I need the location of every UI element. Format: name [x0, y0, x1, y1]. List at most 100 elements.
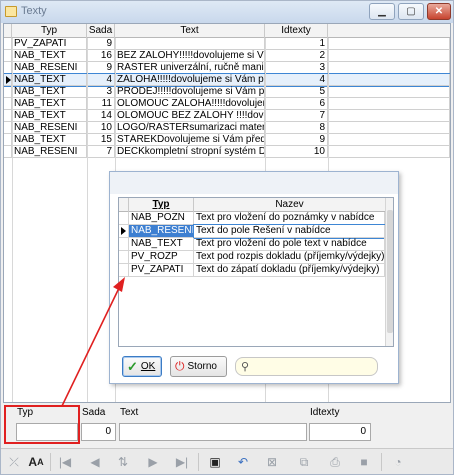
- lookup-row[interactable]: NAB_TEXT Text pro vložení do pole text v …: [119, 238, 385, 251]
- prev-icon[interactable]: ◀: [84, 452, 106, 472]
- undo-icon[interactable]: ↶: [232, 452, 254, 472]
- row-indicator[interactable]: [4, 38, 12, 50]
- lookup-row[interactable]: PV_ROZP Text pod rozpis dokladu (příjemky…: [119, 251, 385, 264]
- cell-idtexty[interactable]: 10: [265, 146, 328, 158]
- cell-typ[interactable]: PV_ZAPATI: [12, 38, 87, 50]
- lookup-row[interactable]: PV_ZAPATI Text do zápatí dokladu (příjemk…: [119, 264, 385, 277]
- lookup-row-indicator[interactable]: [119, 238, 129, 251]
- last-icon[interactable]: ▶|: [171, 452, 193, 472]
- x-icon[interactable]: ⤫: [3, 452, 25, 472]
- idtexty-field[interactable]: 0: [309, 423, 371, 441]
- cell-sada[interactable]: 9: [87, 62, 115, 74]
- cell-idtexty[interactable]: 2: [265, 50, 328, 62]
- cell-sada[interactable]: 4: [87, 74, 115, 86]
- cell-sada[interactable]: 14: [87, 110, 115, 122]
- cell-text[interactable]: STÁREKDovolujeme si Vám předlož: [115, 134, 265, 146]
- cell-text[interactable]: OLOMOUC ZÁLOHA!!!!!dovolujeme s: [115, 98, 265, 110]
- cell-text[interactable]: LOGO/RASTERsumarizaci materiálu: [115, 122, 265, 134]
- cell-idtexty[interactable]: 1: [265, 38, 328, 50]
- cell-idtexty[interactable]: 6: [265, 98, 328, 110]
- cell-sada[interactable]: 10: [87, 122, 115, 134]
- clock-icon[interactable]: ◔: [387, 452, 409, 472]
- cell-sada[interactable]: 11: [87, 98, 115, 110]
- cell-idtexty[interactable]: 7: [265, 110, 328, 122]
- cell-text[interactable]: RASTER univerzální, ručně manipul: [115, 62, 265, 74]
- cell-text[interactable]: BEZ ZALOHY!!!!!dovolujeme si Vám p: [115, 50, 265, 62]
- ok-button[interactable]: ✓ OK: [122, 356, 162, 377]
- cell-filler[interactable]: [328, 134, 450, 146]
- font-icon[interactable]: AA: [25, 452, 47, 472]
- sort-icon[interactable]: ⇅: [112, 452, 134, 472]
- cell-filler[interactable]: [328, 146, 450, 158]
- row-indicator[interactable]: [4, 98, 12, 110]
- table-row[interactable]: PV_ZAPATI 9 1: [4, 38, 450, 50]
- cell-filler[interactable]: [328, 110, 450, 122]
- row-indicator[interactable]: [4, 110, 12, 122]
- lookup-cell-nazev[interactable]: Text pro vložení do pole text v nabídce: [194, 238, 385, 251]
- maximize-button[interactable]: ▢: [398, 3, 424, 20]
- col-header-text[interactable]: Text: [115, 24, 265, 38]
- table-row[interactable]: NAB_TEXT 16 BEZ ZALOHY!!!!!dovolujeme si V…: [4, 50, 450, 62]
- stop-icon[interactable]: ■: [353, 452, 375, 472]
- lookup-row-indicator[interactable]: [119, 251, 129, 264]
- cell-filler[interactable]: [328, 38, 450, 50]
- cell-text[interactable]: DECKkompletní stropní systém DEC: [115, 146, 265, 158]
- row-indicator[interactable]: [4, 134, 12, 146]
- first-icon[interactable]: |◀: [54, 452, 76, 472]
- print-icon[interactable]: ⎙: [324, 452, 346, 472]
- row-indicator[interactable]: [4, 86, 12, 98]
- lookup-col-nazev[interactable]: Nazev: [194, 198, 385, 212]
- text-field[interactable]: [119, 423, 307, 441]
- lookup-cell-nazev[interactable]: Text do zápatí dokladu (příjemky/výdejky…: [194, 264, 385, 277]
- lookup-cell-nazev[interactable]: Text pod rozpis dokladu (příjemky/výdejk…: [194, 251, 385, 264]
- cell-idtexty[interactable]: 4: [265, 74, 328, 86]
- cell-typ[interactable]: NAB_RESENI: [12, 146, 87, 158]
- cell-typ[interactable]: NAB_TEXT: [12, 74, 87, 86]
- cell-sada[interactable]: 16: [87, 50, 115, 62]
- cell-idtexty[interactable]: 9: [265, 134, 328, 146]
- cell-filler[interactable]: [328, 86, 450, 98]
- row-indicator[interactable]: [4, 122, 12, 134]
- save-icon[interactable]: ▣: [204, 452, 226, 472]
- cell-text[interactable]: OLOMOUC BEZ ZÁLOHY !!!!dovolujem: [115, 110, 265, 122]
- lookup-cell-typ[interactable]: NAB_TEXT: [129, 238, 194, 251]
- cancel-icon[interactable]: ⊠: [261, 452, 283, 472]
- col-header-idtexty[interactable]: Idtexty: [265, 24, 328, 38]
- lookup-search-input[interactable]: ⚲: [235, 357, 378, 376]
- copy-icon[interactable]: ⧉: [293, 452, 315, 472]
- cell-typ[interactable]: NAB_RESENI: [12, 122, 87, 134]
- table-row[interactable]: NAB_RESENI 9 RASTER univerzální, ručně man…: [4, 62, 450, 74]
- sada-field[interactable]: 0: [81, 423, 116, 441]
- lookup-col-typ[interactable]: Typ: [129, 198, 194, 212]
- cell-typ[interactable]: NAB_TEXT: [12, 134, 87, 146]
- cell-typ[interactable]: NAB_TEXT: [12, 98, 87, 110]
- cell-filler[interactable]: [328, 122, 450, 134]
- lookup-row[interactable]: NAB_RESENI Text do pole Řešení v nabídce: [119, 224, 386, 239]
- cell-sada[interactable]: 15: [87, 134, 115, 146]
- cell-filler[interactable]: [328, 74, 450, 86]
- lookup-cell-typ[interactable]: NAB_RESENI: [129, 225, 194, 238]
- row-indicator[interactable]: [4, 74, 12, 86]
- lookup-cell-nazev[interactable]: Text pro vložení do poznámky v nabídce: [194, 212, 385, 225]
- cell-filler[interactable]: [328, 50, 450, 62]
- lookup-scroll-thumb[interactable]: [387, 210, 393, 333]
- cell-sada[interactable]: 7: [87, 146, 115, 158]
- row-indicator[interactable]: [4, 146, 12, 158]
- table-row[interactable]: NAB_RESENI 10 LOGO/RASTERsumarizaci materi…: [4, 122, 450, 134]
- lookup-grid[interactable]: Typ Nazev NAB_POZN Text pro vložení do po…: [118, 197, 394, 347]
- table-row[interactable]: NAB_TEXT 15 STÁREKDovolujeme si Vám předlo…: [4, 134, 450, 146]
- cell-typ[interactable]: NAB_TEXT: [12, 110, 87, 122]
- cell-text[interactable]: [115, 38, 265, 50]
- close-button[interactable]: ✕: [427, 3, 451, 20]
- col-header-typ[interactable]: Typ: [12, 24, 87, 38]
- lookup-row-indicator[interactable]: [119, 212, 129, 225]
- cell-typ[interactable]: NAB_TEXT: [12, 50, 87, 62]
- cell-sada[interactable]: 9: [87, 38, 115, 50]
- lookup-cell-typ[interactable]: NAB_POZN: [129, 212, 194, 225]
- col-header-sada[interactable]: Sada: [87, 24, 115, 38]
- lookup-row-indicator[interactable]: [119, 225, 129, 238]
- lookup-row[interactable]: NAB_POZN Text pro vložení do poznámky v n…: [119, 212, 385, 225]
- cell-idtexty[interactable]: 5: [265, 86, 328, 98]
- storno-button[interactable]: ⏻ Storno: [170, 356, 227, 377]
- row-indicator[interactable]: [4, 50, 12, 62]
